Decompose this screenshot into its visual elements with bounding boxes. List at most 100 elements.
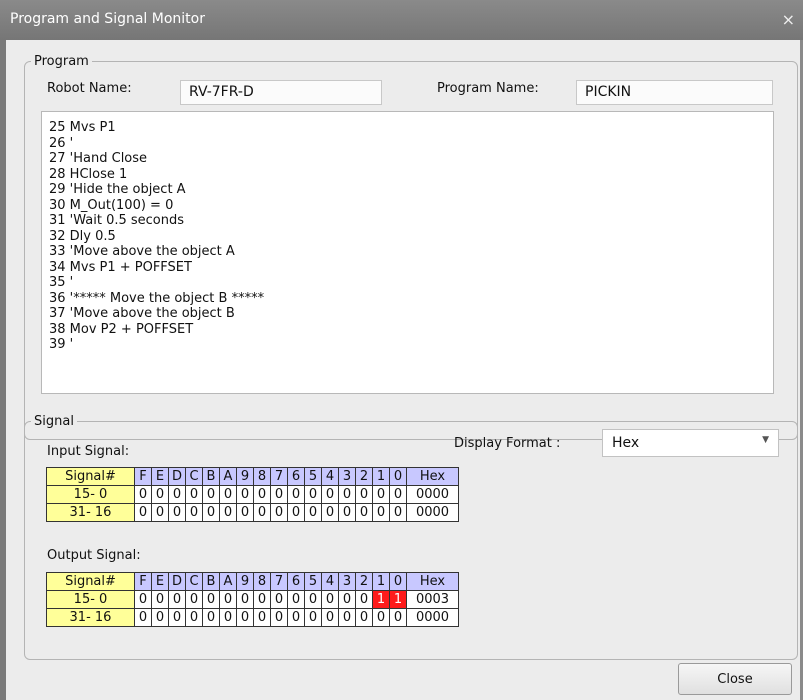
signal-bit: 0 xyxy=(287,608,305,627)
signal-bit: 0 xyxy=(338,485,356,504)
code-line: 37 'Move above the object B xyxy=(49,306,235,321)
signal-bit: 0 xyxy=(253,503,271,522)
column-header: Hex xyxy=(406,467,459,486)
signal-bit: 0 xyxy=(151,503,169,522)
code-line: 39 ' xyxy=(49,337,74,352)
signal-bit: 0 xyxy=(202,485,220,504)
column-header: C xyxy=(185,572,203,591)
hex-value: 0000 xyxy=(406,503,459,522)
signal-bit: 0 xyxy=(134,485,152,504)
code-line: 29 'Hide the object A xyxy=(49,182,186,197)
table-row: 15- 0 0 0 0 0 0 0 0 0 0 0 0 0 0 0 0 0 0000 xyxy=(46,485,459,504)
signal-bit: 0 xyxy=(168,608,186,627)
column-header: 9 xyxy=(236,572,254,591)
display-format-label: Display Format : xyxy=(454,436,561,451)
title-bar: Program and Signal Monitor × xyxy=(0,0,803,40)
code-line: 27 'Hand Close xyxy=(49,151,148,166)
signal-bit: 0 xyxy=(355,485,373,504)
robot-name-label: Robot Name: xyxy=(47,81,132,96)
signal-bit: 0 xyxy=(253,590,271,609)
signal-bit: 0 xyxy=(304,590,322,609)
column-header: 6 xyxy=(287,467,305,486)
column-header: 3 xyxy=(338,572,356,591)
signal-bit: 0 xyxy=(202,608,220,627)
window-title: Program and Signal Monitor xyxy=(10,11,205,27)
output-signal-label: Output Signal: xyxy=(47,548,141,563)
close-button[interactable]: Close xyxy=(678,663,792,695)
signal-bit: 0 xyxy=(270,608,288,627)
signal-bit: 0 xyxy=(270,503,288,522)
signal-bit: 0 xyxy=(236,503,254,522)
code-line: 25 Mvs P1 xyxy=(49,120,116,135)
code-line: 26 ' xyxy=(49,135,74,151)
signal-bit: 0 xyxy=(202,590,220,609)
column-header: E xyxy=(151,467,169,486)
signal-bit: 0 xyxy=(304,608,322,627)
signal-bit: 0 xyxy=(168,485,186,504)
signal-bit: 1 xyxy=(389,590,407,609)
input-signal-table: Signal# F E D C B A 9 8 7 6 5 4 3 2 1 0 Hex 15- 0000000000… xyxy=(46,467,459,522)
signal-range-label: 15- 0 xyxy=(46,590,135,609)
signal-bit: 0 xyxy=(287,590,305,609)
signal-bit: 0 xyxy=(236,485,254,504)
signal-bit: 0 xyxy=(338,503,356,522)
column-header: 7 xyxy=(270,467,288,486)
signal-range-label: 31- 16 xyxy=(46,608,135,627)
chevron-down-icon[interactable]: ▼ xyxy=(762,435,769,445)
output-signal-table: Signal# F E D C B A 9 8 7 6 5 4 3 2 1 0 Hex 15- 0000000000… xyxy=(46,572,459,627)
code-line: 28 HClose 1 xyxy=(49,166,128,182)
signal-bit: 0 xyxy=(355,503,373,522)
column-header: 2 xyxy=(355,467,373,486)
code-line: 31 'Wait 0.5 seconds xyxy=(49,213,185,228)
column-header: 4 xyxy=(321,467,339,486)
column-header: 0 xyxy=(389,467,407,486)
signal-bit: 0 xyxy=(168,503,186,522)
display-format-select[interactable]: Hex ▼ xyxy=(602,429,779,457)
table-row: 31- 16 0 0 0 0 0 0 0 0 0 0 0 0 0 0 0 0 0000 xyxy=(46,503,459,522)
column-header: F xyxy=(134,572,152,591)
signal-bit: 0 xyxy=(151,485,169,504)
signal-bit: 0 xyxy=(219,590,237,609)
signal-bit: 0 xyxy=(304,485,322,504)
signal-bit: 0 xyxy=(355,608,373,627)
signal-bit: 0 xyxy=(219,485,237,504)
code-line: 36 '***** Move the object B ***** xyxy=(49,290,265,306)
signal-bit: 0 xyxy=(372,608,390,627)
program-name-label: Program Name: xyxy=(437,81,539,96)
column-header: E xyxy=(151,572,169,591)
robot-name-field[interactable]: RV-7FR-D xyxy=(180,80,382,105)
signal-bit: 0 xyxy=(287,485,305,504)
program-name-field[interactable]: PICKIN xyxy=(576,80,773,105)
column-header: F xyxy=(134,467,152,486)
signal-bit: 0 xyxy=(185,503,203,522)
close-icon[interactable]: × xyxy=(782,10,795,29)
program-listing[interactable]: 25 Mvs P1 26 ' 27 'Hand Close 28 HClose 1 29… xyxy=(41,111,774,394)
signal-bit: 0 xyxy=(185,608,203,627)
signal-bit: 0 xyxy=(219,503,237,522)
signal-bit: 0 xyxy=(338,608,356,627)
code-line: 35 ' xyxy=(49,275,74,290)
column-header: 5 xyxy=(304,467,322,486)
program-group-legend: Program xyxy=(34,54,89,69)
column-header: D xyxy=(168,467,186,486)
signal-bit: 0 xyxy=(321,503,339,522)
column-header: D xyxy=(168,572,186,591)
column-header: 7 xyxy=(270,572,288,591)
column-header: C xyxy=(185,467,203,486)
signal-bit: 0 xyxy=(338,590,356,609)
signal-bit: 0 xyxy=(168,590,186,609)
signal-bit: 0 xyxy=(151,608,169,627)
signal-bit: 0 xyxy=(236,590,254,609)
column-header: 4 xyxy=(321,572,339,591)
signal-bit: 0 xyxy=(236,608,254,627)
signal-bit: 0 xyxy=(185,485,203,504)
display-format-value: Hex xyxy=(612,435,640,451)
column-header: 8 xyxy=(253,572,271,591)
hex-value: 0000 xyxy=(406,608,459,627)
column-header: 1 xyxy=(372,572,390,591)
column-header: Signal# xyxy=(46,572,135,591)
column-header: 8 xyxy=(253,467,271,486)
signal-bit: 0 xyxy=(202,503,220,522)
signal-bit: 0 xyxy=(287,503,305,522)
signal-range-label: 31- 16 xyxy=(46,503,135,522)
